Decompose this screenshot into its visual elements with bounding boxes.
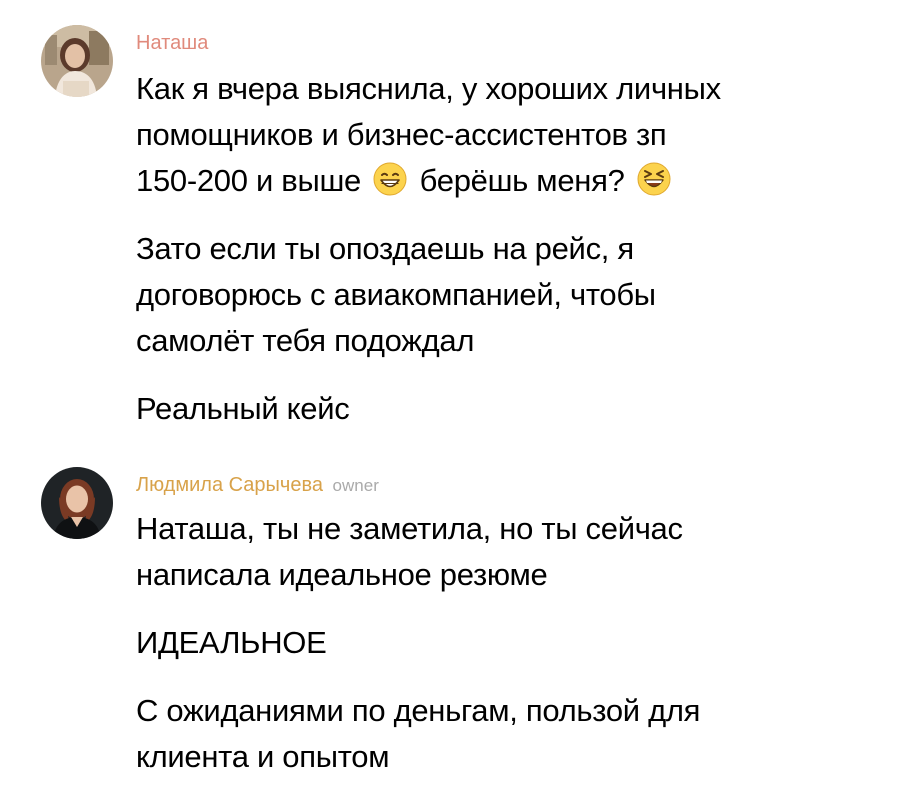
text-line: Как я вчера выяснила, у хороших личных: [136, 71, 721, 106]
text-line: 150-200 и выше: [136, 163, 361, 198]
comment-body: Людмила Сарычева owner Наташа, ты не зам…: [136, 472, 876, 780]
author-line: Людмила Сарычева owner: [136, 472, 876, 498]
grinning-face-emoji: [373, 162, 407, 196]
paragraph: Реальный кейс: [136, 386, 876, 432]
paragraph: Как я вчера выяснила, у хороших личных п…: [136, 66, 876, 204]
text-line: помощников и бизнес-ассистентов зп: [136, 117, 667, 152]
laughing-squinting-face-emoji: [637, 162, 671, 196]
avatar-lyudmila[interactable]: [41, 467, 113, 539]
paragraph: ИДЕАЛЬНОЕ: [136, 620, 876, 666]
text-line: С ожиданиями по деньгам, пользой для: [136, 693, 701, 728]
text-line: ИДЕАЛЬНОЕ: [136, 625, 327, 660]
text-line: клиента и опытом: [136, 739, 390, 774]
comment-text: Наташа, ты не заметила, но ты сейчас нап…: [136, 506, 876, 780]
paragraph: Зато если ты опоздаешь на рейс, я догово…: [136, 226, 876, 364]
text-line: Зато если ты опоздаешь на рейс, я: [136, 231, 634, 266]
text-line: написала идеальное резюме: [136, 557, 548, 592]
owner-badge: owner: [332, 476, 379, 495]
paragraph: Наташа, ты не заметила, но ты сейчас нап…: [136, 506, 876, 598]
author-name[interactable]: Людмила Сарычева: [136, 474, 323, 496]
paragraph: С ожиданиями по деньгам, пользой для кли…: [136, 688, 876, 780]
author-name[interactable]: Наташа: [136, 32, 208, 54]
author-line: Наташа: [136, 30, 876, 56]
text-line: Наташа, ты не заметила, но ты сейчас: [136, 511, 683, 546]
comment-text: Как я вчера выяснила, у хороших личных п…: [136, 66, 876, 432]
comment-body: Наташа Как я вчера выяснила, у хороших л…: [136, 30, 876, 432]
text-line: самолёт тебя подождал: [136, 323, 475, 358]
text-line: Реальный кейс: [136, 391, 350, 426]
text-line: договорюсь с авиакомпанией, чтобы: [136, 277, 656, 312]
avatar-natasha[interactable]: [41, 25, 113, 97]
text-line: берёшь меня?: [419, 163, 625, 198]
